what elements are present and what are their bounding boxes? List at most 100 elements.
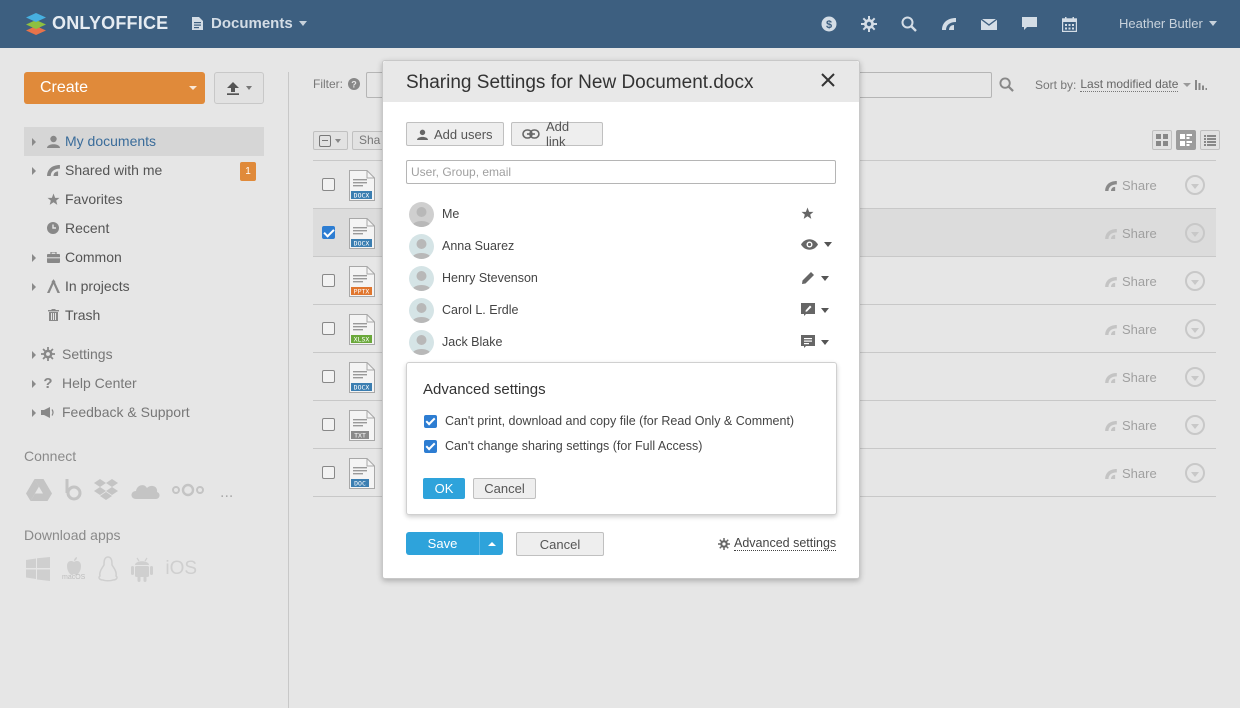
feed-icon[interactable] xyxy=(940,15,958,33)
row-checkbox[interactable] xyxy=(322,226,335,239)
add-users-button[interactable]: Add users xyxy=(406,122,504,146)
share-link[interactable]: Share xyxy=(1105,322,1157,337)
expand-arrow-icon[interactable] xyxy=(32,254,36,262)
chevron-down-icon[interactable] xyxy=(189,86,197,90)
more-icon[interactable]: ... xyxy=(220,484,233,502)
row-menu-button[interactable] xyxy=(1185,463,1205,483)
search-icon[interactable] xyxy=(900,15,918,33)
sidebar-item-help-center[interactable]: ? Help Center xyxy=(24,369,264,398)
cancel-button[interactable]: Cancel xyxy=(516,532,604,556)
sidebar-item-label: Trash xyxy=(65,307,101,323)
sidebar-item-my-documents[interactable]: My documents xyxy=(24,127,264,156)
expand-arrow-icon[interactable] xyxy=(32,167,36,175)
nextcloud-icon[interactable] xyxy=(172,483,204,497)
restrict-print-download-option[interactable]: Can't print, download and copy file (for… xyxy=(424,414,794,428)
macos-icon[interactable]: macOS xyxy=(62,557,85,581)
search-icon[interactable] xyxy=(999,77,1014,95)
save-button[interactable]: Save xyxy=(406,532,479,555)
share-link[interactable]: Share xyxy=(1105,226,1157,241)
sort-field-select[interactable]: Last modified date xyxy=(1080,77,1179,92)
row-menu-button[interactable] xyxy=(1185,367,1205,387)
row-menu-button[interactable] xyxy=(1185,223,1205,243)
expand-arrow-icon[interactable] xyxy=(32,283,36,291)
row-menu-button[interactable] xyxy=(1185,271,1205,291)
android-icon[interactable] xyxy=(131,556,154,582)
compact-view-button[interactable] xyxy=(1176,130,1196,150)
permission-selector[interactable] xyxy=(801,239,832,250)
expand-arrow-icon[interactable] xyxy=(32,138,36,146)
save-options-dropdown[interactable] xyxy=(480,532,503,555)
share-link[interactable]: Share xyxy=(1105,466,1157,481)
tile-view-button[interactable] xyxy=(1152,130,1172,150)
chevron-down-icon xyxy=(821,339,829,345)
upload-button[interactable] xyxy=(214,72,264,104)
top-header: ONLYOFFICE Documents $ Heather Butler xyxy=(0,0,1240,48)
logo[interactable]: ONLYOFFICE xyxy=(24,11,168,35)
google-drive-icon[interactable] xyxy=(26,479,52,501)
onedrive-icon[interactable] xyxy=(130,481,160,499)
user-menu[interactable]: Heather Butler xyxy=(1119,16,1217,31)
row-menu-button[interactable] xyxy=(1185,175,1205,195)
sidebar-item-in-projects[interactable]: In projects xyxy=(24,272,264,301)
user-name: Henry Stevenson xyxy=(442,271,538,285)
row-checkbox[interactable] xyxy=(322,274,335,287)
permission-selector[interactable] xyxy=(801,335,829,349)
close-button[interactable] xyxy=(821,73,837,89)
sidebar-item-feedback-support[interactable]: Feedback & Support xyxy=(24,398,264,427)
share-link[interactable]: Share xyxy=(1105,274,1157,289)
share-link[interactable]: Share xyxy=(1105,370,1157,385)
product-switcher[interactable]: Documents xyxy=(192,15,307,32)
sidebar-item-favorites[interactable]: Favorites xyxy=(24,185,264,214)
share-icon xyxy=(1105,468,1117,479)
checkbox-checked[interactable] xyxy=(424,414,437,428)
sidebar-item-label: Recent xyxy=(65,220,110,236)
user-search-input[interactable] xyxy=(406,160,836,184)
share-link[interactable]: Share xyxy=(1105,418,1157,433)
mail-icon[interactable] xyxy=(980,15,998,33)
advanced-cancel-button[interactable]: Cancel xyxy=(473,478,536,499)
list-view-button[interactable] xyxy=(1200,130,1220,150)
sidebar-item-common[interactable]: Common xyxy=(24,243,264,272)
sort-order-icon[interactable] xyxy=(1195,79,1208,90)
windows-icon[interactable] xyxy=(26,557,50,581)
checkbox-checked[interactable] xyxy=(424,439,437,453)
row-checkbox[interactable] xyxy=(322,370,335,383)
row-checkbox[interactable] xyxy=(322,418,335,431)
sidebar-item-recent[interactable]: Recent xyxy=(24,214,264,243)
row-checkbox[interactable] xyxy=(322,178,335,191)
select-all-checkbox[interactable] xyxy=(313,131,348,150)
create-button[interactable]: Create xyxy=(24,72,205,104)
expand-arrow-icon[interactable] xyxy=(32,380,36,388)
advanced-settings-link[interactable]: Advanced settings xyxy=(718,536,837,551)
share-link[interactable]: Share xyxy=(1105,178,1157,193)
add-link-button[interactable]: Add link xyxy=(511,119,603,149)
row-checkbox[interactable] xyxy=(322,322,335,335)
expand-arrow-icon[interactable] xyxy=(32,351,36,359)
ios-icon[interactable]: iOS xyxy=(165,558,197,580)
row-menu-button[interactable] xyxy=(1185,319,1205,339)
calendar-icon[interactable] xyxy=(1060,15,1078,33)
file-type-icon: DOCX xyxy=(349,362,375,393)
sidebar-item-shared-with-me[interactable]: Shared with me 1 xyxy=(24,156,264,185)
restrict-sharing-change-option[interactable]: Can't change sharing settings (for Full … xyxy=(424,439,702,453)
share-label: Share xyxy=(1122,226,1157,241)
linux-icon[interactable] xyxy=(97,556,119,582)
sidebar-item-settings[interactable]: Settings xyxy=(24,340,264,369)
payments-icon[interactable]: $ xyxy=(820,15,838,33)
expand-arrow-icon[interactable] xyxy=(32,409,36,417)
help-icon[interactable]: ? xyxy=(348,78,360,90)
settings-icon[interactable] xyxy=(860,15,878,33)
box-icon[interactable] xyxy=(64,479,82,501)
row-checkbox[interactable] xyxy=(322,466,335,479)
dropbox-icon[interactable] xyxy=(94,479,118,501)
chevron-down-icon xyxy=(1208,21,1217,26)
advanced-ok-button[interactable]: OK xyxy=(423,478,465,499)
chat-icon[interactable] xyxy=(1020,15,1038,33)
sidebar-item-trash[interactable]: Trash xyxy=(24,301,264,330)
chevron-down-icon[interactable] xyxy=(1183,82,1192,87)
gear-icon xyxy=(718,537,730,550)
row-menu-button[interactable] xyxy=(1185,415,1205,435)
avatar xyxy=(409,266,434,291)
permission-selector[interactable] xyxy=(801,303,829,317)
permission-selector[interactable] xyxy=(801,271,829,285)
